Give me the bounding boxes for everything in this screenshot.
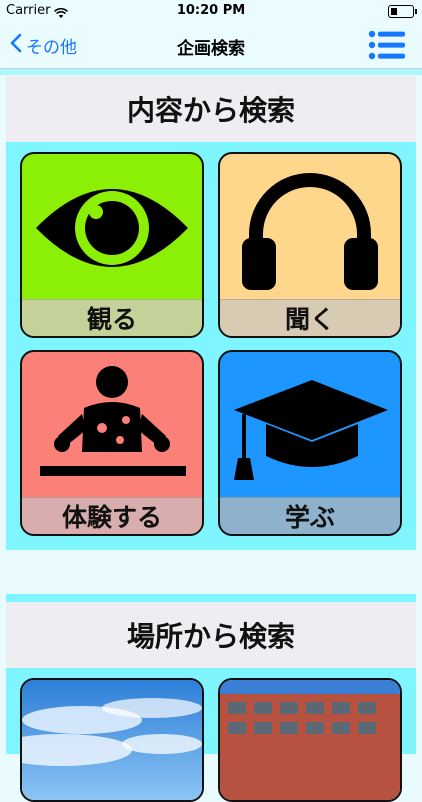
list-menu-button[interactable] [368,30,406,60]
tile-experience[interactable]: 体験する [20,350,204,536]
tile-listen[interactable]: 聞く [218,152,402,338]
place-search-panel: 場所から検索 [6,594,416,802]
hands-on-person-icon [22,352,202,498]
tile-learn[interactable]: 学ぶ [218,350,402,536]
page-title: 企画検索 [177,39,245,59]
graduation-cap-icon [220,352,400,498]
content-search-panel: 内容から検索 観る 聞く 体験する 学ぶ [6,76,416,550]
list-icon [368,30,405,60]
status-bar: Carrier 10:20 PM [0,0,422,22]
tile-watch[interactable]: 観る [20,152,204,338]
tile-experience-label: 体験する [22,497,202,534]
tile-learn-label: 学ぶ [220,497,400,534]
battery-icon [388,5,417,18]
section-heading-place: 場所から検索 [6,602,416,668]
eye-icon [22,154,202,300]
tile-listen-label: 聞く [220,299,400,336]
tile-place-sky-photo[interactable] [20,678,204,802]
tile-place-building-photo[interactable] [218,678,402,802]
tile-watch-label: 観る [22,299,202,336]
section-heading-content: 内容から検索 [6,76,416,142]
navigation-bar: その他 企画検索 [0,22,422,69]
clock: 10:20 PM [176,3,246,18]
headphones-icon [220,154,400,300]
nav-divider [0,69,422,75]
